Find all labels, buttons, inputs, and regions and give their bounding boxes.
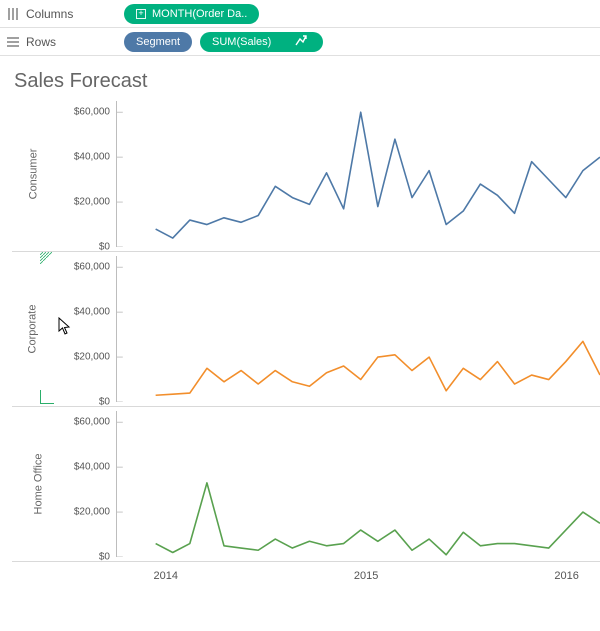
columns-shelf[interactable]: Columns + MONTH(Order Da.. — [0, 0, 600, 28]
chart-panel: Consumer $0 $20,000 $40,000 $60,000 — [12, 97, 600, 252]
plot-area[interactable] — [116, 101, 600, 247]
segment-label: Home Office — [32, 454, 44, 515]
pill-label: Segment — [136, 36, 180, 48]
x-axis: 2014 2015 2016 — [128, 562, 600, 592]
columns-label: Columns — [26, 7, 73, 21]
y-axis-ticks: $0$20,000$40,000$60,000 — [62, 256, 116, 402]
y-tick-label: $20,000 — [60, 507, 110, 518]
selection-corner-bottom-left-icon — [40, 390, 54, 404]
y-tick-label: $20,000 — [60, 197, 110, 208]
x-tick-label: 2014 — [154, 570, 178, 582]
y-tick-label: $40,000 — [60, 462, 110, 473]
expand-icon: + — [136, 9, 146, 19]
page-title: Sales Forecast — [0, 56, 600, 97]
forecast-icon — [295, 34, 307, 49]
chart-panel: Home Office $0 $20,000 $40,000 $60,000 — [12, 407, 600, 562]
selection-corner-top-left-icon — [40, 252, 54, 266]
y-axis-ticks: $0$20,000$40,000$60,000 — [62, 411, 116, 557]
y-tick-label: $60,000 — [60, 107, 110, 118]
y-tick-label: $60,000 — [60, 262, 110, 273]
plot-area[interactable] — [116, 411, 600, 557]
chart-area: Consumer$0$20,000$40,000$60,000Corporate… — [0, 97, 600, 592]
segment-label: Consumer — [27, 149, 39, 200]
plot-area[interactable] — [116, 256, 600, 402]
y-tick-label: $0 — [60, 552, 110, 563]
y-tick-label: $0 — [60, 397, 110, 408]
y-tick-label: $20,000 — [60, 352, 110, 363]
x-tick-label: 2015 — [354, 570, 378, 582]
y-axis-ticks: $0$20,000$40,000$60,000 — [62, 101, 116, 247]
y-tick-label: $40,000 — [60, 307, 110, 318]
segment-label: Corporate — [26, 305, 38, 354]
chart-panel: Corporate $0 $20,000 $40,000 $60,000 — [12, 252, 600, 407]
y-tick-label: $40,000 — [60, 152, 110, 163]
columns-label-wrap: Columns — [6, 7, 116, 21]
rows-label: Rows — [26, 35, 56, 49]
series-line — [156, 341, 600, 395]
y-tick-label: $0 — [60, 242, 110, 253]
pill-label: SUM(Sales) — [212, 36, 271, 48]
rows-icon — [6, 35, 20, 49]
pill-sum-sales[interactable]: SUM(Sales) — [200, 32, 323, 52]
pill-segment[interactable]: Segment — [124, 32, 192, 52]
series-line — [156, 483, 600, 555]
rows-label-wrap: Rows — [6, 35, 116, 49]
series-line — [156, 112, 600, 238]
x-tick-label: 2016 — [554, 570, 578, 582]
columns-icon — [6, 7, 20, 21]
pill-label: MONTH(Order Da.. — [152, 8, 247, 20]
y-tick-label: $60,000 — [60, 417, 110, 428]
pill-month-order-date[interactable]: + MONTH(Order Da.. — [124, 4, 259, 24]
rows-shelf[interactable]: Rows Segment SUM(Sales) — [0, 28, 600, 56]
